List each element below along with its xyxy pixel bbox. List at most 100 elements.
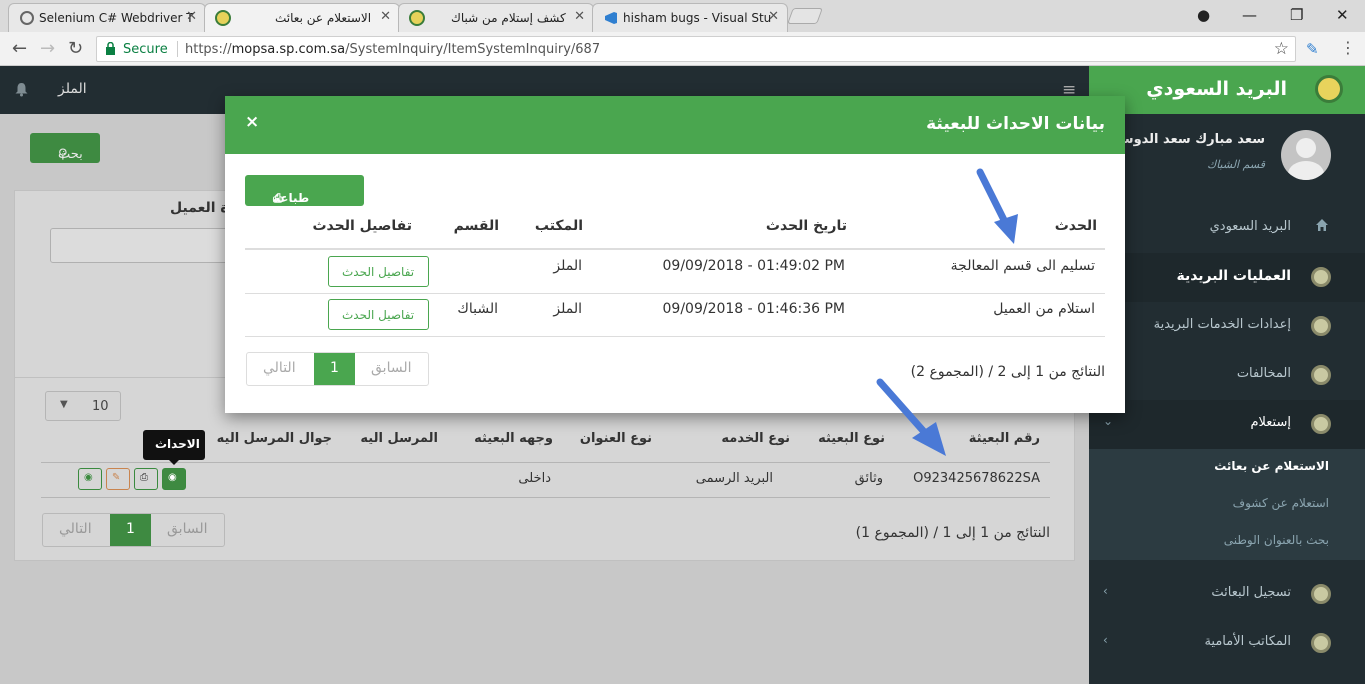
divider (41, 497, 1050, 498)
caret-down-icon: ▼ (60, 399, 68, 410)
branch-name[interactable]: الملز (58, 81, 87, 97)
sidebar-subitem-manifest-inquiry[interactable]: استعلام عن كشوف (1089, 486, 1365, 523)
profile-icon[interactable]: ● (1197, 6, 1210, 24)
column-header-section: القسم (453, 218, 499, 234)
search-button[interactable]: ⚲ بحث (30, 133, 100, 163)
sidebar-item-inquiry[interactable]: إستعلام ⌄ (1089, 400, 1365, 449)
pagination-prev-label: السابق (167, 521, 208, 537)
close-icon[interactable]: ✕ (380, 9, 391, 24)
sidebar-item-label: العمليات البريدية (1176, 268, 1291, 284)
sidebar-item-label: البريد السعودي (1209, 219, 1291, 234)
sidebar-subitem-item-inquiry[interactable]: الاستعلام عن بعائث (1089, 449, 1365, 486)
client-field-input[interactable] (50, 228, 230, 263)
user-department: قسم الشباك (1207, 158, 1265, 171)
event-office: الملز (553, 301, 582, 317)
pagination-prev[interactable]: السابق (355, 353, 428, 385)
saudi-post-logo-icon (409, 10, 425, 26)
extension-icon[interactable]: ✎ (1306, 40, 1319, 58)
print-button[interactable]: ⎙ (134, 468, 158, 490)
browser-tab-item-inquiry[interactable]: الاستعلام عن بعائث ✕ (204, 3, 400, 32)
tab-title: كشف إستلام من شباك (451, 11, 566, 25)
avatar (1281, 130, 1331, 180)
menu-dots-icon[interactable]: ⋮ (1340, 38, 1356, 57)
pagination-page-1[interactable]: 1 (110, 514, 151, 546)
column-header: نوع العنوان (579, 431, 652, 446)
saudi-post-logo-icon (215, 10, 231, 26)
browser-tab-visual-studio[interactable]: hisham bugs - Visual Stu ✕ (592, 3, 788, 32)
sidebar-item-home[interactable]: البريد السعودي (1089, 204, 1365, 253)
edit-icon: ✎ (112, 472, 121, 483)
close-icon[interactable]: ✕ (768, 9, 779, 24)
tab-title: Selenium C# Webdriver T (39, 11, 194, 25)
pagination-next-label: التالي (263, 360, 296, 376)
url-host: mopsa.sp.com.sa (231, 42, 346, 57)
events-modal: بيانات الاحداث للبعيثة × ⎙ طباعة الاحداث… (225, 96, 1125, 413)
sidebar-item-postal-operations[interactable]: العمليات البريدية (1089, 253, 1365, 302)
bookmark-star-icon[interactable]: ☆ (1274, 39, 1289, 59)
browser-tab-selenium[interactable]: Selenium C# Webdriver T ✕ (8, 3, 206, 32)
chevron-left-icon: ‹ (1103, 584, 1108, 598)
event-details-button[interactable]: تفاصيل الحدث (328, 256, 429, 287)
column-header: وجهه البعيثه (474, 431, 553, 446)
page-size-select[interactable]: 10 ▼ (45, 391, 121, 421)
tooltip-text: الاحداث (155, 437, 200, 451)
column-header: المرسل اليه (360, 431, 438, 446)
close-icon[interactable]: × (245, 112, 259, 132)
event-date: 09/09/2018 - 01:46:36 PM (662, 301, 846, 317)
events-button[interactable]: ◉ (162, 468, 186, 490)
sidebar-item-label: المكاتب الأمامية (1204, 634, 1291, 649)
client-field-label: ة العميل (170, 200, 229, 216)
close-icon[interactable]: ✕ (574, 9, 585, 24)
saudi-post-logo-icon (1311, 267, 1331, 287)
sidebar-item-violations[interactable]: المخالفات (1089, 351, 1365, 400)
sidebar-item-label: المخالفات (1236, 366, 1291, 381)
url-scheme: https:// (185, 42, 232, 57)
url-input[interactable]: Secure https://mopsa.sp.com.sa/SystemInq… (96, 36, 1296, 62)
annotation-arrow-icon (976, 168, 1018, 244)
event-details-button[interactable]: تفاصيل الحدث (328, 299, 429, 330)
event-section: الشباك (457, 301, 498, 317)
window-close-icon[interactable]: ✕ (1336, 6, 1349, 24)
address-bar: ← → ↻ Secure https://mopsa.sp.com.sa/Sys… (0, 32, 1365, 66)
pagination-prev-label: السابق (371, 360, 412, 376)
edit-button[interactable]: ✎ (106, 468, 130, 490)
chevron-left-icon: ‹ (1103, 633, 1108, 647)
pagination-next[interactable]: التالي (43, 514, 110, 546)
pagination-next-label: التالي (59, 521, 92, 537)
new-tab-button[interactable] (787, 8, 823, 24)
pagination-next[interactable]: التالي (247, 353, 314, 385)
eye-icon: ◉ (84, 472, 93, 483)
column-header: نوع الخدمه (721, 431, 790, 446)
browser-tab-counter-receipt[interactable]: كشف إستلام من شباك ✕ (398, 3, 594, 32)
brand-header[interactable]: البريد السعودي (1089, 66, 1365, 114)
sidebar-item-label: إعدادات الخدمات البريدية (1153, 317, 1291, 332)
item-type: وثائق (854, 471, 883, 486)
saudi-post-logo-icon (1311, 584, 1331, 604)
annotation-arrow-icon (876, 378, 946, 456)
forward-arrow-icon[interactable]: → (40, 38, 55, 59)
minimize-icon[interactable]: — (1242, 6, 1257, 24)
pagination-page-1[interactable]: 1 (314, 353, 355, 385)
reload-icon[interactable]: ↻ (68, 38, 83, 59)
sidebar-item-register-items[interactable]: تسجيل البعائث ‹ (1089, 570, 1365, 619)
modal-pagination: التالي 1 السابق (246, 352, 429, 386)
print-icon: ⎙ (140, 472, 148, 483)
sidebar-subitem-label: استعلام عن كشوف (1232, 496, 1329, 510)
secure-label: Secure (123, 42, 168, 57)
restore-icon[interactable]: ❐ (1290, 6, 1303, 24)
print-events-button[interactable]: ⎙ طباعة الاحداث (245, 175, 364, 219)
sidebar-subitem-national-address-search[interactable]: بحث بالعنوان الوطنى (1089, 523, 1365, 560)
event-details-label: تفاصيل الحدث (342, 308, 415, 322)
home-icon (1316, 219, 1328, 231)
back-arrow-icon[interactable]: ← (12, 38, 27, 59)
pagination-prev[interactable]: السابق (151, 514, 224, 546)
lock-icon (106, 42, 115, 55)
sidebar-item-front-offices[interactable]: المكاتب الأمامية ‹ (1089, 619, 1365, 668)
tab-title: hisham bugs - Visual Stu (623, 11, 772, 25)
column-header-details: تفاصيل الحدث (312, 218, 412, 234)
sidebar-subitem-label: بحث بالعنوان الوطنى (1223, 533, 1329, 547)
sidebar-item-postal-services-settings[interactable]: إعدادات الخدمات البريدية (1089, 302, 1365, 351)
view-button[interactable]: ◉ (78, 468, 102, 490)
close-icon[interactable]: ✕ (186, 9, 197, 24)
bell-icon[interactable] (14, 82, 29, 97)
